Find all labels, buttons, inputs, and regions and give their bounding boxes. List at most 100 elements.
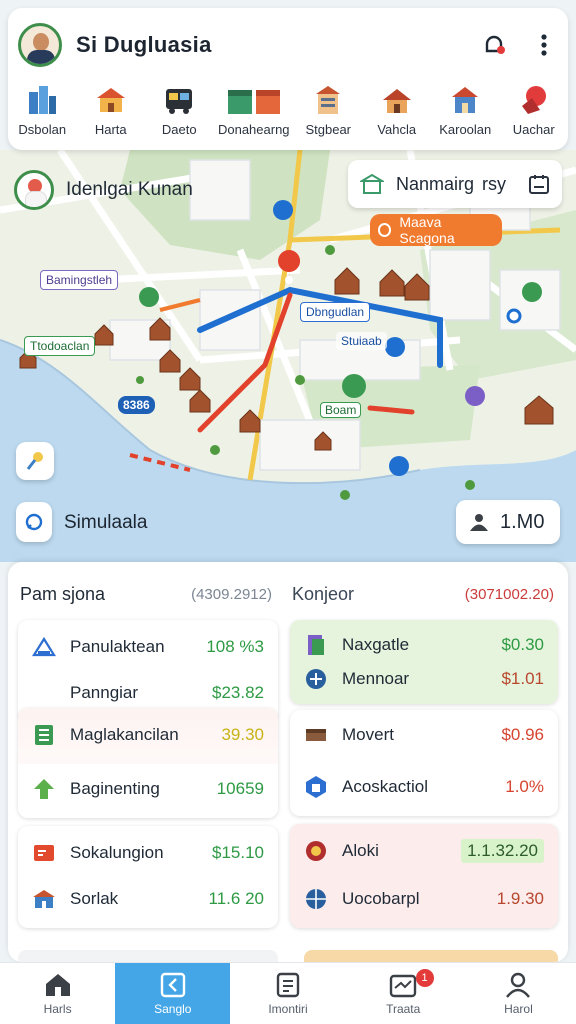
right-card-1[interactable]: Naxgatle $0.30 Mennoar $1.01 bbox=[290, 620, 558, 704]
category-label: Uachar bbox=[512, 122, 555, 137]
compass-icon bbox=[160, 972, 185, 997]
category-stgbear[interactable]: Stgbear bbox=[296, 84, 360, 146]
rating-button[interactable]: 1.M0 bbox=[456, 500, 560, 544]
map-label-badge[interactable]: 8386 bbox=[118, 396, 155, 414]
chat-bubble-icon bbox=[25, 513, 43, 531]
nav-label: Sanglo bbox=[154, 1001, 192, 1016]
simulation-label[interactable]: Simulaala bbox=[64, 512, 147, 534]
list-item[interactable]: Mennoar $1.01 bbox=[290, 654, 558, 704]
category-label: Harta bbox=[94, 122, 127, 137]
layers-button[interactable] bbox=[16, 442, 54, 480]
category-vahcla[interactable]: Vahcla bbox=[365, 84, 429, 146]
item-name: Aloki bbox=[342, 841, 379, 860]
item-name: Mennoar bbox=[342, 669, 410, 688]
category-label: Donahearng bbox=[217, 122, 290, 137]
left-card-3[interactable]: Sokalungion $15.10 Sorlak 11.6 20 bbox=[18, 826, 278, 928]
category-harta[interactable]: Harta bbox=[79, 84, 143, 146]
item-value: 39.30 bbox=[221, 725, 264, 744]
next-card-peek-right bbox=[304, 950, 558, 962]
location-name: Idenlgai Kunan bbox=[66, 179, 193, 200]
list-item[interactable]: Maglakancilan 39.30 bbox=[18, 710, 278, 760]
header-top-bar: Si Dugluasia bbox=[18, 22, 558, 68]
item-value: $0.30 bbox=[501, 635, 544, 654]
item-value: $1.01 bbox=[501, 669, 544, 688]
item-name: Baginenting bbox=[70, 779, 160, 798]
category-label: Vahcla bbox=[377, 122, 417, 137]
right-section-title: Konjeor bbox=[292, 584, 355, 604]
right-card-3[interactable]: Aloki 1.1.32.20 Uocobarpl 1.9.30 bbox=[290, 824, 558, 928]
nav-traata[interactable]: 1 Traata bbox=[346, 963, 461, 1024]
item-name: Maglakancilan bbox=[70, 725, 179, 744]
key-icon bbox=[26, 452, 43, 470]
location-card[interactable]: Idenlgai Kunan bbox=[14, 170, 193, 210]
plus-circle-icon bbox=[306, 669, 326, 689]
right-section-total: (3071002.20) bbox=[464, 586, 554, 603]
item-value: $0.96 bbox=[501, 725, 544, 744]
category-bar: Dsbolan Harta Daeto Donahearng Stgbear V… bbox=[8, 84, 568, 146]
nav-imontiri[interactable]: Imontiri bbox=[230, 963, 345, 1024]
home-icon bbox=[45, 973, 70, 996]
user-avatar[interactable] bbox=[18, 23, 62, 67]
navigation-suffix: rsy bbox=[482, 173, 507, 194]
nav-label: Imontiri bbox=[268, 1001, 308, 1016]
nav-harol[interactable]: Harol bbox=[461, 963, 576, 1024]
map-label-area[interactable]: Bamingstleh bbox=[40, 270, 119, 290]
route-chip[interactable]: Maava Scagona bbox=[370, 214, 502, 246]
list-item[interactable]: Movert $0.96 bbox=[290, 710, 558, 760]
item-value: 1.0% bbox=[505, 777, 544, 796]
item-name: Sorlak bbox=[70, 889, 119, 908]
nav-sanglo[interactable]: Sanglo bbox=[115, 963, 231, 1024]
right-card-2[interactable]: Movert $0.96 Acoskactiol 1.0% bbox=[290, 710, 558, 816]
category-donahearng[interactable]: Donahearng bbox=[216, 84, 292, 146]
nav-home[interactable]: Harls bbox=[0, 963, 115, 1024]
map-label-center[interactable]: Stuiaab bbox=[336, 332, 387, 350]
category-uachar[interactable]: Uachar bbox=[502, 84, 566, 146]
badge-icon bbox=[306, 841, 326, 861]
list-item[interactable]: Baginenting 10659 bbox=[18, 764, 278, 814]
simulation-button[interactable] bbox=[16, 502, 52, 542]
store-front-icon bbox=[360, 173, 384, 194]
map-label-small[interactable]: Boam bbox=[320, 402, 362, 418]
map-label-district[interactable]: Ttodoaclan bbox=[24, 336, 96, 356]
shelter-icon bbox=[32, 636, 56, 657]
city-icon bbox=[29, 86, 57, 114]
category-daeto[interactable]: Daeto bbox=[147, 84, 211, 146]
building-icon bbox=[316, 86, 341, 114]
map-label-route[interactable]: Dbngudlan bbox=[300, 302, 371, 322]
navigation-search[interactable]: Nanmairg rsy bbox=[348, 160, 562, 208]
category-dsbolan[interactable]: Dsbolan bbox=[10, 84, 74, 146]
navigation-label: Nanmairg bbox=[396, 173, 475, 194]
category-label: Stgbear bbox=[305, 122, 352, 137]
category-label: Dsbolan bbox=[18, 122, 67, 137]
shops-icon bbox=[227, 90, 280, 114]
list-item[interactable]: Acoskactiol 1.0% bbox=[290, 762, 558, 812]
left-section-title: Pam sjona bbox=[20, 584, 106, 604]
nav-label: Traata bbox=[386, 1001, 421, 1016]
bell-alert-icon[interactable] bbox=[480, 31, 508, 59]
item-name: Panngiar bbox=[70, 683, 139, 702]
nav-label: Harol bbox=[504, 1001, 533, 1016]
app-title: Si Dugluasia bbox=[76, 32, 212, 57]
calendar-icon[interactable] bbox=[528, 173, 550, 195]
location-avatar bbox=[14, 170, 54, 210]
category-label: Daeto bbox=[161, 122, 197, 137]
house-icon bbox=[382, 89, 411, 113]
user-group-icon bbox=[470, 514, 488, 531]
left-card-1[interactable]: Panulaktean 108 %3 Panngiar $23.82 bbox=[18, 620, 278, 722]
next-card-peek-left bbox=[18, 950, 278, 962]
left-card-2[interactable]: Maglakancilan 39.30 Baginenting 10659 bbox=[18, 708, 278, 818]
pin-icon bbox=[521, 86, 546, 114]
app-header: Si Dugluasia Dsbolan Harta Daeto Donahea… bbox=[8, 8, 568, 150]
category-label: Karoolan bbox=[439, 122, 492, 137]
more-vertical-icon[interactable] bbox=[530, 31, 558, 59]
list-item[interactable]: Aloki 1.1.32.20 bbox=[290, 826, 558, 876]
item-value: 11.6 20 bbox=[208, 889, 264, 908]
list-item[interactable]: Sokalungion $15.10 bbox=[18, 828, 278, 878]
clock-icon bbox=[378, 223, 392, 237]
list-item[interactable]: Sorlak 11.6 20 bbox=[18, 874, 278, 924]
item-name: Panulaktean bbox=[70, 637, 165, 656]
list-item[interactable]: Uocobarpl 1.9.30 bbox=[290, 874, 558, 924]
list-item[interactable]: Panulaktean 108 %3 bbox=[18, 622, 278, 672]
category-karoolan[interactable]: Karoolan bbox=[433, 84, 497, 146]
inbox-icon bbox=[390, 974, 417, 997]
